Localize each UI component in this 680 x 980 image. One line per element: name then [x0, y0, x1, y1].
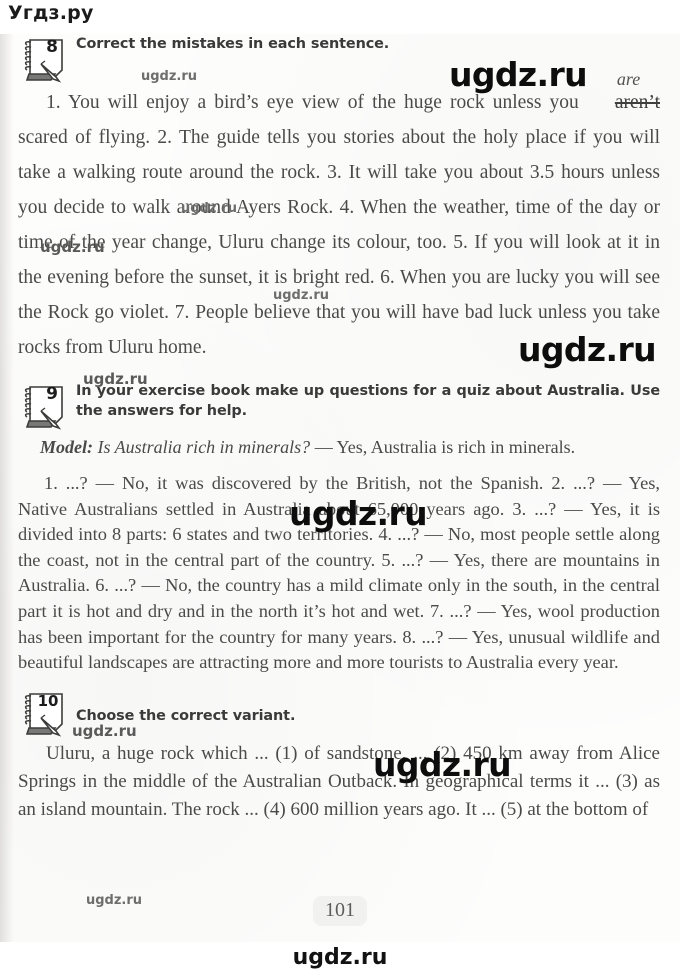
correction-word: are [616, 69, 641, 89]
page-content: 8 Correct the mistakes in each sentence.… [18, 34, 662, 824]
site-title: Угдз.ру [8, 2, 94, 24]
footer-watermark-bar: ugdz.ru [0, 942, 680, 980]
exercise-10-number: 10 [37, 691, 59, 710]
exercise-9-number: 9 [46, 384, 58, 404]
exercise-8-body: 1. You will enjoy a bird’s eye view of t… [18, 69, 662, 365]
exercise-8-header: 8 Correct the mistakes in each sentence. [18, 34, 662, 83]
exercise-10-header: 10 Choose the correct variant. [18, 688, 662, 737]
exercise-9-header: 9 In your exercise book make up question… [18, 381, 662, 430]
exercise-10-body: Uluru, a huge rock which ... (1) of sand… [18, 742, 660, 820]
exercise-9: 9 In your exercise book make up question… [18, 381, 662, 676]
exercise-8-text-after: scared of flying. 2. The guide tells you… [18, 127, 660, 358]
scanned-page: 8 Correct the mistakes in each sentence.… [0, 34, 680, 942]
exercise-9-title: In your exercise book make up questions … [76, 383, 660, 419]
exercise-9-body: 1. ...? — No, it was discovered by the B… [18, 473, 660, 673]
page-header: Угдз.ру [0, 0, 680, 34]
model-dash: — [314, 437, 333, 457]
exercise-8-text-before: 1. You will enjoy a bird’s eye view of t… [46, 92, 587, 113]
exercise-10-title: Choose the correct variant. [76, 707, 296, 724]
page-number: 101 [313, 896, 367, 926]
model-label: Model: [40, 437, 93, 457]
footer-watermark: ugdz.ru [292, 945, 388, 970]
exercise-10: 10 Choose the correct variant. Uluru, a … [18, 688, 662, 824]
exercise-8-number: 8 [46, 37, 58, 57]
model-answer: Yes, Australia is rich in minerals. [336, 437, 576, 457]
model-question: Is Australia rich in minerals? [97, 437, 311, 457]
handwritten-correction: are aren’t [587, 69, 660, 120]
exercise-8: 8 Correct the mistakes in each sentence.… [18, 34, 662, 365]
exercise-9-model: Model: Is Australia rich in minerals? — … [40, 435, 662, 459]
exercise-8-title: Correct the mistakes in each sentence. [76, 36, 390, 52]
